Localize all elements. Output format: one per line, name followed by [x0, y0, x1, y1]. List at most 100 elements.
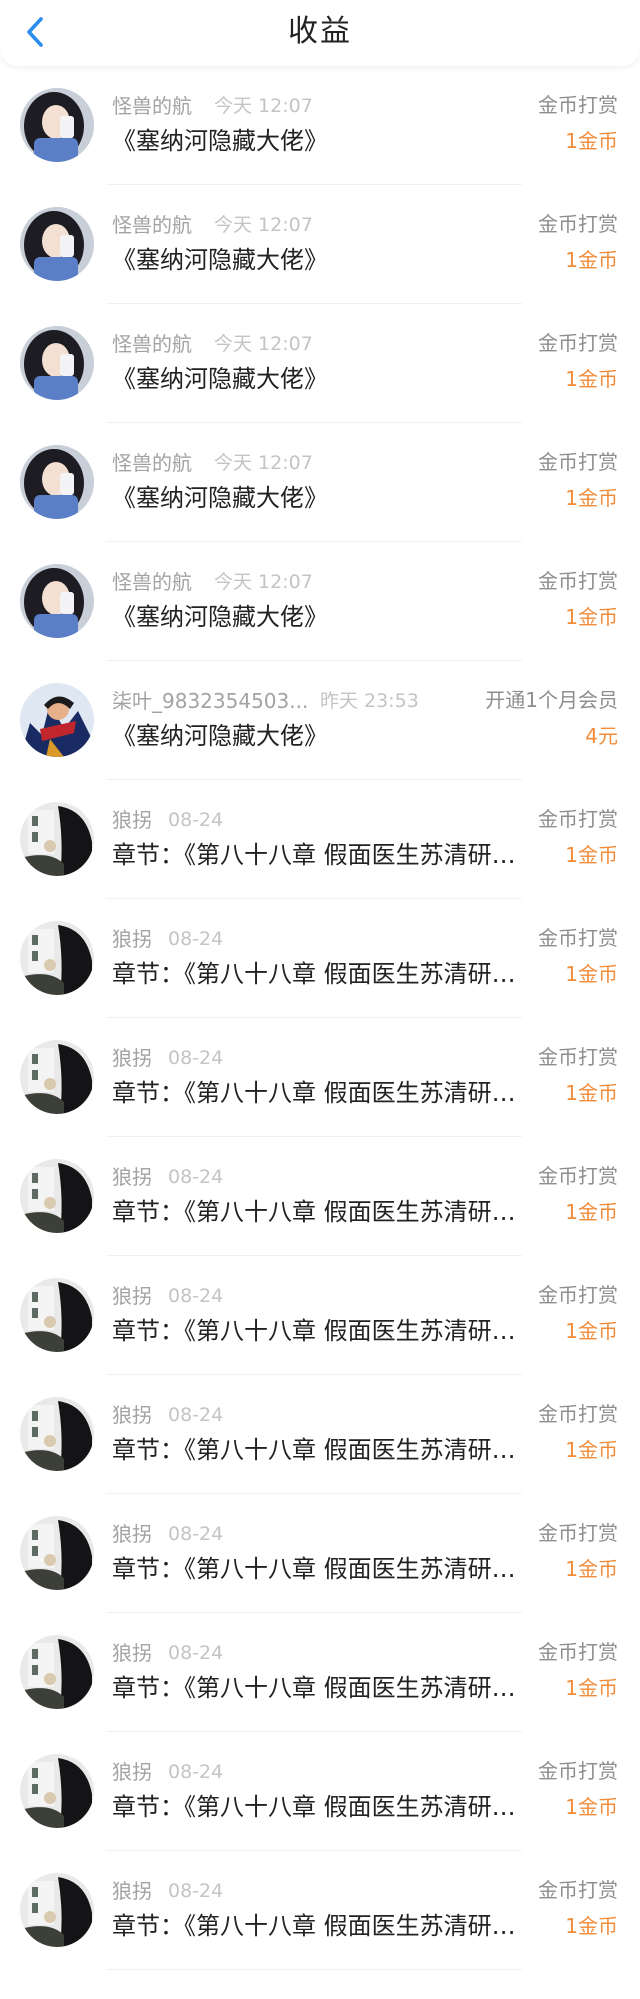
income-amount: 1金币 [565, 248, 618, 272]
income-type: 金币打赏 [538, 212, 618, 236]
income-amount: 1金币 [565, 843, 618, 867]
avatar[interactable] [20, 445, 94, 519]
timestamp: 08-24 [168, 1761, 224, 1783]
work-title: 章节：《第八十八章 假面医生苏清研… [112, 1198, 516, 1226]
user-name: 狼拐 [112, 1522, 152, 1546]
income-type: 金币打赏 [538, 1402, 618, 1426]
avatar[interactable] [20, 1873, 94, 1947]
income-amount: 1金币 [565, 1200, 618, 1224]
income-amount: 1金币 [565, 129, 618, 153]
list-item[interactable]: 狼拐 08-24 金币打赏 章节：《第八十八章 假面医生苏清研… 1金币 [0, 1256, 640, 1375]
timestamp: 08-24 [168, 1047, 224, 1069]
avatar[interactable] [20, 802, 94, 876]
income-amount: 1金币 [565, 1914, 618, 1938]
income-amount: 1金币 [565, 605, 618, 629]
timestamp: 08-24 [168, 1523, 224, 1545]
work-title: 章节：《第八十八章 假面医生苏清研… [112, 1793, 516, 1821]
income-type: 金币打赏 [538, 1283, 618, 1307]
avatar[interactable] [20, 88, 94, 162]
income-type: 金币打赏 [538, 1521, 618, 1545]
user-name: 怪兽的航 [112, 332, 192, 356]
income-type: 金币打赏 [538, 1164, 618, 1188]
user-name: 怪兽的航 [112, 213, 192, 237]
income-type: 金币打赏 [538, 93, 618, 117]
timestamp: 08-24 [168, 809, 224, 831]
work-title: 章节：《第八十八章 假面医生苏清研… [112, 1079, 516, 1107]
avatar[interactable] [20, 207, 94, 281]
user-name: 狼拐 [112, 1760, 152, 1784]
work-title: 《塞纳河隐藏大佬》 [112, 365, 328, 393]
user-name: 狼拐 [112, 1403, 152, 1427]
list-item[interactable]: 狼拐 08-24 金币打赏 章节：《第八十八章 假面医生苏清研… 1金币 [0, 1732, 640, 1851]
user-name: 怪兽的航 [112, 451, 192, 475]
income-type: 金币打赏 [538, 331, 618, 355]
avatar[interactable] [20, 1040, 94, 1114]
user-name: 怪兽的航 [112, 94, 192, 118]
user-name: 狼拐 [112, 927, 152, 951]
income-amount: 1金币 [565, 1557, 618, 1581]
work-title: 《塞纳河隐藏大佬》 [112, 722, 328, 750]
timestamp: 08-24 [168, 1166, 224, 1188]
income-type: 金币打赏 [538, 1045, 618, 1069]
income-amount: 1金币 [565, 486, 618, 510]
income-type: 金币打赏 [538, 569, 618, 593]
user-name: 柒叶_9832354503... [112, 689, 309, 713]
list-item[interactable]: 怪兽的航 今天 12:07 金币打赏《塞纳河隐藏大佬》 1金币 [0, 185, 640, 304]
avatar[interactable] [20, 1754, 94, 1828]
avatar[interactable] [20, 1159, 94, 1233]
timestamp: 今天 12:07 [214, 571, 313, 593]
timestamp: 08-24 [168, 1285, 224, 1307]
list-item[interactable]: 狼拐 08-24 金币打赏 章节：《第八十八章 假面医生苏清研… 1金币 [0, 780, 640, 899]
list-item[interactable]: 怪兽的航 今天 12:07 金币打赏 《塞纳河隐藏大佬》 1金币 [0, 542, 640, 661]
timestamp: 今天 12:07 [214, 452, 313, 474]
list-item[interactable]: 狼拐 08-24 金币打赏 章节：《第八十八章 假面医生苏清研… 1金币 [0, 1494, 640, 1613]
avatar[interactable] [20, 564, 94, 638]
user-name: 狼拐 [112, 1641, 152, 1665]
timestamp: 昨天 23:53 [320, 690, 419, 712]
list-item[interactable]: 怪兽的航 今天 12:07 金币打赏《塞纳河隐藏大佬》 1金币 [0, 304, 640, 423]
timestamp: 08-24 [168, 1642, 224, 1664]
timestamp: 今天 12:07 [214, 333, 313, 355]
income-type: 金币打赏 [538, 450, 618, 474]
user-name: 狼拐 [112, 1165, 152, 1189]
list-item[interactable]: 狼拐 08-24 金币打赏 章节：《第八十八章 假面医生苏清研… 1金币 [0, 1375, 640, 1494]
list-item[interactable]: 怪兽的航 今天 12:07 金币打赏《塞纳河隐藏大佬》 1金币 [0, 66, 640, 185]
list-item[interactable]: 狼拐 08-24 金币打赏 章节：《第八十八章 假面医生苏清研… 1金币 [0, 1851, 640, 1970]
top-bar: 收益 [0, 0, 640, 66]
timestamp: 08-24 [168, 1404, 224, 1426]
avatar[interactable] [20, 1397, 94, 1471]
work-title: 《塞纳河隐藏大佬》 [112, 246, 328, 274]
income-amount: 1金币 [565, 1795, 618, 1819]
work-title: 章节：《第八十八章 假面医生苏清研… [112, 841, 516, 869]
income-type: 开通1个月会员 [485, 688, 618, 712]
list-item[interactable]: 狼拐 08-24 金币打赏 章节：《第八十八章 假面医生苏清研… 1金币 [0, 899, 640, 1018]
timestamp: 今天 12:07 [214, 95, 313, 117]
work-title: 章节：《第八十八章 假面医生苏清研… [112, 960, 516, 988]
timestamp: 08-24 [168, 1880, 224, 1902]
list-item[interactable]: 狼拐 08-24 金币打赏 章节：《第八十八章 假面医生苏清研… 1金币 [0, 1613, 640, 1732]
income-amount: 1金币 [565, 367, 618, 391]
income-type: 金币打赏 [538, 926, 618, 950]
work-title: 《塞纳河隐藏大佬》 [112, 127, 328, 155]
avatar[interactable] [20, 1635, 94, 1709]
work-title: 章节：《第八十八章 假面医生苏清研… [112, 1317, 516, 1345]
income-amount: 1金币 [565, 962, 618, 986]
avatar[interactable] [20, 326, 94, 400]
income-type: 金币打赏 [538, 1878, 618, 1902]
list-item[interactable]: 怪兽的航 今天 12:07 金币打赏 《塞纳河隐藏大佬》 1金币 [0, 423, 640, 542]
avatar[interactable] [20, 683, 94, 757]
list-item[interactable]: 柒叶_9832354503... 昨天 23:53 开通1个月会员《塞纳河隐藏大佬》… [0, 661, 640, 780]
user-name: 狼拐 [112, 1046, 152, 1070]
timestamp: 08-24 [168, 928, 224, 950]
list-item[interactable]: 狼拐 08-24 金币打赏 章节：《第八十八章 假面医生苏清研… 1金币 [0, 1018, 640, 1137]
avatar[interactable] [20, 921, 94, 995]
avatar[interactable] [20, 1516, 94, 1590]
income-type: 金币打赏 [538, 1759, 618, 1783]
list-item[interactable]: 狼拐 08-24 金币打赏 章节：《第八十八章 假面医生苏清研… 1金币 [0, 1137, 640, 1256]
income-amount: 1金币 [565, 1319, 618, 1343]
timestamp: 今天 12:07 [214, 214, 313, 236]
avatar[interactable] [20, 1278, 94, 1352]
income-type: 金币打赏 [538, 807, 618, 831]
work-title: 章节：《第八十八章 假面医生苏清研… [112, 1436, 516, 1464]
user-name: 狼拐 [112, 1879, 152, 1903]
